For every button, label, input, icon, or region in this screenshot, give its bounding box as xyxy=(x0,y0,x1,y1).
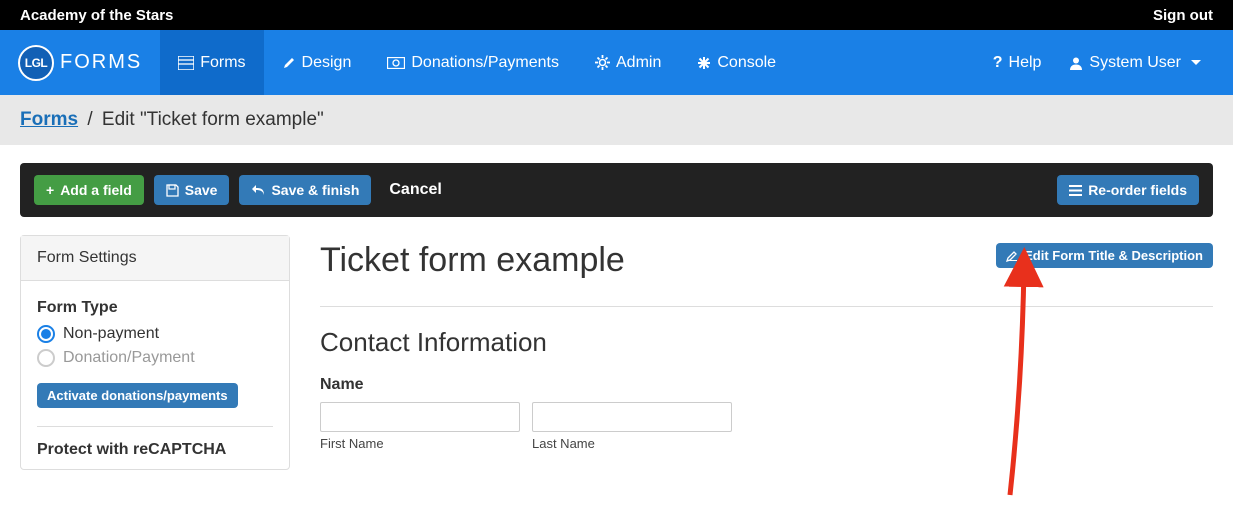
protect-recaptcha-label: Protect with reCAPTCHA xyxy=(37,441,273,459)
nav-help[interactable]: ? Help xyxy=(979,54,1056,72)
nav-items-left: Forms Design Donations/Payments Admin Co… xyxy=(160,30,794,95)
radio-icon xyxy=(37,325,55,343)
nav-console-label: Console xyxy=(717,54,776,72)
radio-donation[interactable]: Donation/Payment xyxy=(37,349,273,367)
nav-user-label: System User xyxy=(1089,54,1181,72)
cancel-link[interactable]: Cancel xyxy=(389,181,441,199)
breadcrumb: Forms / Edit "Ticket form example" xyxy=(0,95,1233,145)
nav-user-menu[interactable]: System User xyxy=(1055,54,1215,72)
question-icon: ? xyxy=(993,54,1003,72)
nav-forms-label: Forms xyxy=(200,54,245,72)
brand-product: FORMS xyxy=(60,51,142,74)
add-field-label: Add a field xyxy=(60,182,132,198)
breadcrumb-separator: / xyxy=(87,109,92,130)
caret-down-icon xyxy=(1191,60,1201,65)
nav-items-right: ? Help System User xyxy=(979,30,1215,95)
nav-donations[interactable]: Donations/Payments xyxy=(369,30,577,95)
section-contact-info: Contact Information xyxy=(320,327,1213,358)
nav-forms[interactable]: Forms xyxy=(160,30,263,95)
last-name-sublabel: Last Name xyxy=(532,436,732,451)
reorder-label: Re-order fields xyxy=(1088,182,1187,198)
money-icon xyxy=(387,57,405,69)
nav-donations-label: Donations/Payments xyxy=(411,54,559,72)
nav-design-label: Design xyxy=(302,54,352,72)
save-icon xyxy=(166,184,179,197)
hamburger-icon xyxy=(1069,185,1082,196)
site-name: Academy of the Stars xyxy=(20,7,173,24)
list-icon xyxy=(178,56,194,70)
navbar: LGL FORMS Forms Design Donations/Payment… xyxy=(0,30,1233,95)
save-label: Save xyxy=(185,182,218,198)
edit-form-title-button[interactable]: Edit Form Title & Description xyxy=(996,243,1213,268)
breadcrumb-forms-link[interactable]: Forms xyxy=(20,109,78,130)
nav-console[interactable]: Console xyxy=(679,30,794,95)
nav-design[interactable]: Design xyxy=(264,30,370,95)
plus-icon: + xyxy=(46,182,54,198)
edit-icon xyxy=(1006,250,1018,262)
save-button[interactable]: Save xyxy=(154,175,230,205)
brand[interactable]: LGL FORMS xyxy=(18,30,160,95)
form-settings-header: Form Settings xyxy=(21,236,289,281)
annotation-arrow-icon xyxy=(980,245,1050,505)
add-field-button[interactable]: + Add a field xyxy=(34,175,144,205)
edit-form-title-label: Edit Form Title & Description xyxy=(1024,248,1203,263)
action-toolbar: + Add a field Save Save & finish Cancel … xyxy=(20,163,1213,217)
first-name-sublabel: First Name xyxy=(320,436,520,451)
reply-icon xyxy=(251,184,265,196)
nav-help-label: Help xyxy=(1009,54,1042,72)
radio-nonpayment-label: Non-payment xyxy=(63,325,159,343)
form-settings-panel: Form Settings Form Type Non-payment Dona… xyxy=(20,235,290,470)
user-icon xyxy=(1069,56,1083,70)
last-name-input[interactable] xyxy=(532,402,732,432)
first-name-input[interactable] xyxy=(320,402,520,432)
save-finish-button[interactable]: Save & finish xyxy=(239,175,371,205)
form-canvas: Ticket form example Edit Form Title & De… xyxy=(320,235,1213,470)
sign-out-link[interactable]: Sign out xyxy=(1153,7,1213,24)
nav-admin-label: Admin xyxy=(616,54,661,72)
pencil-icon xyxy=(282,56,296,70)
nav-admin[interactable]: Admin xyxy=(577,30,679,95)
form-title: Ticket form example xyxy=(320,241,625,280)
reorder-fields-button[interactable]: Re-order fields xyxy=(1057,175,1199,205)
asterisk-icon xyxy=(697,56,711,70)
name-field-label: Name xyxy=(320,376,1213,394)
content: + Add a field Save Save & finish Cancel … xyxy=(0,145,1233,488)
radio-nonpayment[interactable]: Non-payment xyxy=(37,325,273,343)
activate-donations-button[interactable]: Activate donations/payments xyxy=(37,383,238,408)
brand-logo-icon: LGL xyxy=(18,45,54,81)
radio-donation-label: Donation/Payment xyxy=(63,349,195,367)
breadcrumb-current: Edit "Ticket form example" xyxy=(102,109,324,130)
radio-icon xyxy=(37,349,55,367)
save-finish-label: Save & finish xyxy=(271,182,359,198)
activate-donations-label: Activate donations/payments xyxy=(47,388,228,403)
form-type-label: Form Type xyxy=(37,299,273,317)
topbar: Academy of the Stars Sign out xyxy=(0,0,1233,30)
gear-icon xyxy=(595,55,610,70)
